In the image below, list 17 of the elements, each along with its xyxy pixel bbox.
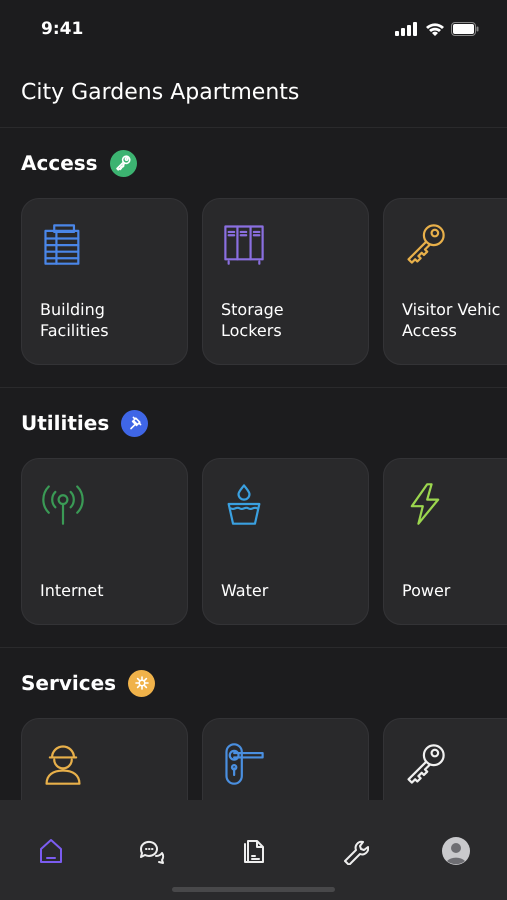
- category-card[interactable]: Visitor Vehic Access: [383, 198, 507, 365]
- category-card[interactable]: Power: [383, 458, 507, 625]
- section-title: Services: [21, 671, 116, 695]
- category-card[interactable]: Storage Lockers: [202, 198, 369, 365]
- category-card[interactable]: Internet: [21, 458, 188, 625]
- battery-icon: [451, 22, 479, 36]
- key-icon: [115, 155, 132, 171]
- avatar-icon: [442, 837, 470, 865]
- category-card[interactable]: Building Facilities: [21, 198, 188, 365]
- section-title: Utilities: [21, 411, 110, 435]
- signal-icon: [395, 22, 419, 36]
- status-time: 9:41: [41, 18, 84, 38]
- page-title: City Gardens Apartments: [21, 80, 300, 104]
- gear-icon: [134, 675, 150, 691]
- section-title: Access: [21, 151, 98, 175]
- category-card[interactable]: Water: [202, 458, 369, 625]
- wifi-icon: [425, 22, 445, 36]
